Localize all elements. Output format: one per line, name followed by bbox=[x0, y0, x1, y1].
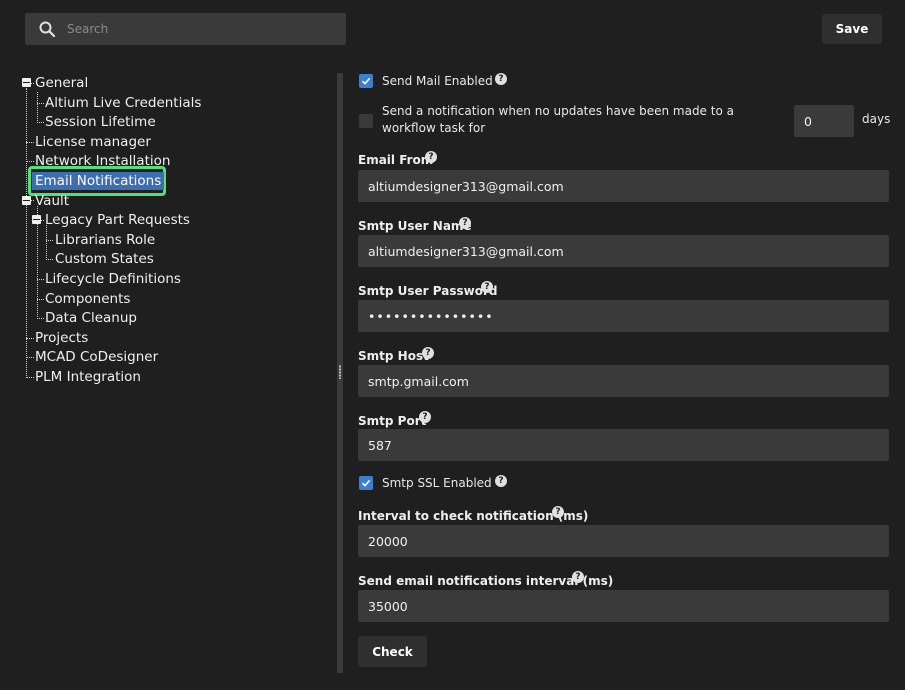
email-from-field[interactable] bbox=[358, 170, 889, 202]
smtp-user-password-label: Smtp User Password bbox=[358, 284, 498, 298]
smtp-host-field[interactable] bbox=[358, 365, 889, 397]
smtp-user-password-field[interactable] bbox=[358, 300, 889, 332]
help-icon[interactable]: ? bbox=[481, 281, 493, 293]
tree-item-altium-live-credentials[interactable]: Altium Live Credentials bbox=[45, 94, 201, 112]
send-mail-enabled-checkbox[interactable] bbox=[359, 74, 373, 88]
no-update-notification-checkbox[interactable] bbox=[359, 114, 373, 128]
tree-item-general[interactable]: General bbox=[35, 74, 88, 92]
tree-item-data-cleanup[interactable]: Data Cleanup bbox=[45, 309, 137, 327]
tree-item-license-manager[interactable]: License manager bbox=[35, 133, 151, 151]
collapse-icon[interactable] bbox=[22, 196, 31, 205]
collapse-icon[interactable] bbox=[22, 78, 31, 87]
tree-item-session-lifetime[interactable]: Session Lifetime bbox=[45, 113, 156, 131]
send-interval-field[interactable] bbox=[358, 590, 889, 622]
tree-item-custom-states[interactable]: Custom States bbox=[55, 250, 154, 268]
tree-item-lifecycle-definitions[interactable]: Lifecycle Definitions bbox=[45, 270, 181, 288]
tree-item-email-notifications[interactable]: Email Notifications bbox=[32, 172, 165, 190]
tree-item-librarians-role[interactable]: Librarians Role bbox=[55, 231, 155, 249]
days-unit-label: days bbox=[862, 112, 891, 126]
tree-connector bbox=[37, 92, 38, 123]
smtp-ssl-enabled-checkbox[interactable] bbox=[359, 476, 373, 490]
tree-connector bbox=[26, 88, 27, 378]
help-icon[interactable]: ? bbox=[572, 571, 584, 583]
tree-item-vault[interactable]: Vault bbox=[35, 192, 69, 210]
interval-check-field[interactable] bbox=[358, 525, 889, 557]
splitter-grip-icon bbox=[339, 365, 341, 379]
help-icon[interactable]: ? bbox=[495, 475, 507, 487]
days-input[interactable] bbox=[794, 105, 854, 137]
smtp-user-name-label: Smtp User Name bbox=[358, 219, 472, 233]
smtp-user-name-field[interactable] bbox=[358, 235, 889, 267]
help-icon[interactable]: ? bbox=[495, 73, 507, 85]
tree-item-projects[interactable]: Projects bbox=[35, 329, 88, 347]
tree-item-components[interactable]: Components bbox=[45, 290, 130, 308]
tree-connector bbox=[46, 225, 47, 260]
help-icon[interactable]: ? bbox=[425, 151, 437, 163]
no-update-notification-label: Send a notification when no updates have… bbox=[382, 104, 734, 135]
smtp-port-label: Smtp Port bbox=[358, 414, 427, 428]
smtp-port-field[interactable] bbox=[358, 429, 889, 461]
help-icon[interactable]: ? bbox=[419, 411, 431, 423]
tree-item-mcad-codesigner[interactable]: MCAD CoDesigner bbox=[35, 348, 158, 366]
help-icon[interactable]: ? bbox=[422, 347, 434, 359]
help-icon[interactable]: ? bbox=[552, 506, 564, 518]
send-mail-enabled-label: Send Mail Enabled bbox=[382, 74, 493, 88]
checkmark-icon bbox=[361, 77, 371, 85]
email-from-label: Email From bbox=[358, 153, 434, 167]
save-button[interactable]: Save bbox=[822, 14, 882, 44]
tree-item-plm-integration[interactable]: PLM Integration bbox=[35, 368, 141, 386]
collapse-icon[interactable] bbox=[32, 215, 41, 224]
checkmark-icon bbox=[361, 479, 371, 487]
tree-item-legacy-part-requests[interactable]: Legacy Part Requests bbox=[45, 211, 190, 229]
email-notifications-panel: Send Mail Enabled ? Send a notification … bbox=[343, 60, 905, 690]
settings-tree: General Altium Live Credentials Session … bbox=[0, 0, 330, 690]
check-button[interactable]: Check bbox=[358, 636, 427, 667]
smtp-ssl-enabled-label: Smtp SSL Enabled bbox=[382, 476, 492, 490]
smtp-host-label: Smtp Host bbox=[358, 349, 429, 363]
help-icon[interactable]: ? bbox=[459, 217, 471, 229]
